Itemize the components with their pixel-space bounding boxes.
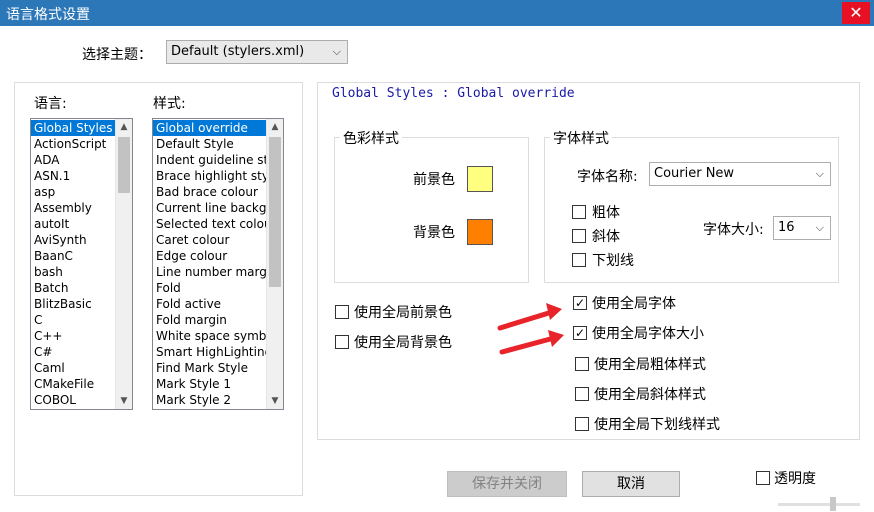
- scroll-up-icon[interactable]: ▲: [116, 119, 132, 135]
- style-list-item[interactable]: Fold active: [153, 296, 283, 312]
- style-list-item[interactable]: Default Style: [153, 136, 283, 152]
- scroll-thumb[interactable]: [118, 137, 130, 193]
- use-global-bold-label: 使用全局粗体样式: [594, 357, 706, 373]
- close-button[interactable]: ✕: [842, 2, 870, 24]
- style-list-item[interactable]: Edge colour: [153, 248, 283, 264]
- font-name-label: 字体名称:: [577, 169, 638, 185]
- transparency-checkbox[interactable]: [756, 471, 770, 485]
- style-list-item[interactable]: Indent guideline st: [153, 152, 283, 168]
- style-label: 样式:: [153, 96, 186, 112]
- arrow-to-font: [497, 309, 555, 331]
- underline-label: 下划线: [592, 253, 634, 269]
- style-list-item[interactable]: Fold margin: [153, 312, 283, 328]
- color-group-title: 色彩样式: [340, 128, 402, 148]
- use-global-fg-label: 使用全局前景色: [354, 305, 452, 321]
- use-global-bold-checkbox[interactable]: [575, 357, 589, 371]
- font-name-select[interactable]: Courier New ⌵: [649, 162, 831, 186]
- use-global-italic-checkbox[interactable]: [575, 387, 589, 401]
- cancel-button[interactable]: 取消: [582, 471, 680, 497]
- annotation-arrows: [497, 303, 564, 355]
- font-group-title: 字体样式: [550, 128, 612, 148]
- underline-checkbox[interactable]: [572, 253, 586, 267]
- style-list-item[interactable]: Current line backgr: [153, 200, 283, 216]
- language-list[interactable]: Global Styles ActionScript ADA ASN.1 asp Asse…: [30, 118, 133, 410]
- font-size-label: 字体大小:: [703, 222, 764, 238]
- save-close-button[interactable]: 保存并关闭: [447, 471, 567, 497]
- bold-label: 粗体: [592, 205, 620, 221]
- font-name-value: Courier New: [654, 166, 735, 181]
- style-list-item[interactable]: Find Mark Style: [153, 360, 283, 376]
- theme-select[interactable]: Default (stylers.xml) ⌵: [166, 40, 348, 64]
- transparency-slider[interactable]: [778, 503, 860, 506]
- style-list-item[interactable]: Caret colour: [153, 232, 283, 248]
- use-global-bg-checkbox[interactable]: [335, 335, 349, 349]
- font-group: [544, 137, 839, 283]
- color-group: [334, 137, 529, 283]
- arrow-head-icon: [546, 303, 562, 320]
- style-list-item[interactable]: Line number marg: [153, 264, 283, 280]
- language-label: 语言:: [34, 96, 67, 112]
- scroll-down-icon[interactable]: ▼: [267, 393, 283, 409]
- chevron-down-icon: ⌵: [815, 221, 824, 234]
- style-list[interactable]: Global override Default Style Indent guide…: [152, 118, 284, 410]
- font-size-select[interactable]: 16 ⌵: [773, 216, 831, 240]
- transparency-label: 透明度: [774, 471, 816, 487]
- style-list-item[interactable]: Mark Style 2: [153, 392, 283, 408]
- theme-label: 选择主题：: [82, 47, 152, 63]
- scroll-thumb[interactable]: [269, 137, 281, 287]
- use-global-italic-label: 使用全局斜体样式: [594, 387, 706, 403]
- use-global-font-label: 使用全局字体: [592, 296, 676, 312]
- style-list-item[interactable]: Mark Style 1: [153, 376, 283, 392]
- style-list-item[interactable]: Selected text colou: [153, 216, 283, 232]
- language-scrollbar[interactable]: ▲ ▼: [115, 119, 132, 409]
- use-global-underline-checkbox[interactable]: [575, 417, 589, 431]
- style-list-item[interactable]: White space symbo: [153, 328, 283, 344]
- use-global-fg-checkbox[interactable]: [335, 305, 349, 319]
- style-list-item[interactable]: Bad brace colour: [153, 184, 283, 200]
- scroll-up-icon[interactable]: ▲: [267, 119, 283, 135]
- arrow-to-font-size: [499, 335, 557, 355]
- fg-color-swatch[interactable]: [467, 166, 493, 192]
- style-list-item[interactable]: Brace highlight styl: [153, 168, 283, 184]
- window-title: 语言格式设置: [6, 7, 90, 23]
- title-bar: 语言格式设置 ✕: [0, 0, 874, 26]
- fg-label: 前景色: [413, 172, 455, 188]
- italic-checkbox[interactable]: [572, 229, 586, 243]
- use-global-font-size-checkbox[interactable]: [573, 326, 587, 340]
- style-list-item[interactable]: Global override: [153, 120, 283, 136]
- bg-label: 背景色: [413, 225, 455, 241]
- bg-color-swatch[interactable]: [467, 219, 493, 245]
- theme-select-value: Default (stylers.xml): [171, 44, 305, 59]
- chevron-down-icon: ⌵: [815, 167, 824, 180]
- transparency-slider-thumb[interactable]: [830, 497, 836, 511]
- scroll-down-icon[interactable]: ▼: [116, 393, 132, 409]
- style-scrollbar[interactable]: ▲ ▼: [266, 119, 283, 409]
- use-global-bg-label: 使用全局背景色: [354, 335, 452, 351]
- use-global-font-size-label: 使用全局字体大小: [592, 326, 704, 342]
- use-global-font-checkbox[interactable]: [573, 296, 587, 310]
- chevron-down-icon: ⌵: [332, 45, 341, 58]
- italic-label: 斜体: [592, 229, 620, 245]
- font-size-value: 16: [778, 220, 795, 235]
- style-header: Global Styles : Global override: [332, 86, 575, 101]
- bold-checkbox[interactable]: [572, 205, 586, 219]
- arrow-head-icon: [548, 330, 564, 347]
- style-list-item[interactable]: Smart HighLighting: [153, 344, 283, 360]
- use-global-underline-label: 使用全局下划线样式: [594, 417, 720, 433]
- style-list-item[interactable]: Fold: [153, 280, 283, 296]
